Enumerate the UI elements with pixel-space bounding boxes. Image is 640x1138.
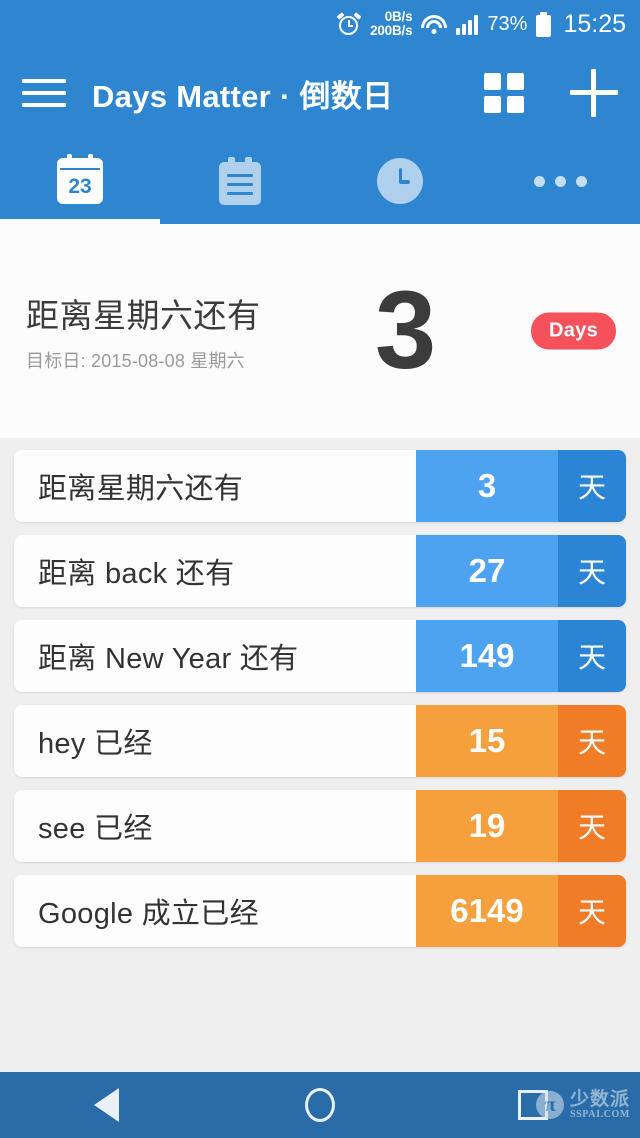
list-item-value: 15: [416, 705, 558, 777]
back-triangle-icon: [94, 1088, 120, 1122]
tab-bar: 23: [0, 138, 640, 224]
app-screen: 0B/s 200B/s 73% 15:25 Days Matter · 倒数日: [0, 0, 640, 1138]
pi-logo-icon: π: [535, 1090, 564, 1119]
list-item-unit: 天: [558, 620, 626, 692]
list-item-value: 27: [416, 535, 558, 607]
list-item[interactable]: 距离 New Year 还有 149 天: [14, 620, 626, 692]
wifi-icon: [421, 13, 448, 35]
list-item-label: Google 成立已经: [14, 875, 416, 947]
list-item-label: 距离星期六还有: [14, 450, 416, 522]
home-circle-icon: [304, 1088, 335, 1122]
cellular-signal-icon: [456, 13, 479, 35]
list-item[interactable]: see 已经 19 天: [14, 790, 626, 862]
grid-view-icon[interactable]: [484, 73, 524, 113]
app-title: Days Matter · 倒数日: [92, 78, 394, 114]
list-item-unit: 天: [558, 535, 626, 607]
watermark-cn: 少数派: [569, 1088, 630, 1110]
list-item-unit: 天: [558, 450, 626, 522]
network-download-speed: 200B/s: [370, 23, 413, 38]
tab-calendar[interactable]: 23: [0, 138, 160, 224]
network-speed: 0B/s 200B/s: [370, 9, 413, 38]
featured-event-card[interactable]: 距离星期六还有 目标日: 2015-08-08 星期六 3 Days: [0, 224, 640, 438]
nav-back-button[interactable]: [0, 1088, 213, 1122]
hamburger-menu-icon[interactable]: [22, 76, 66, 110]
app-bar: Days Matter · 倒数日: [0, 48, 640, 138]
list-item-value: 19: [416, 790, 558, 862]
featured-event-target-date: 目标日: 2015-08-08 星期六: [26, 351, 245, 371]
calendar-day-number: 23: [68, 175, 92, 198]
more-dots-icon: [533, 175, 587, 187]
list-item-unit: 天: [558, 790, 626, 862]
list-item[interactable]: hey 已经 15 天: [14, 705, 626, 777]
featured-event-text: 距离星期六还有 目标日: 2015-08-08 星期六: [26, 289, 261, 373]
status-bar: 0B/s 200B/s 73% 15:25: [0, 0, 640, 48]
featured-event-title: 距离星期六还有: [26, 297, 261, 334]
list-item-unit: 天: [558, 705, 626, 777]
list-item[interactable]: 距离星期六还有 3 天: [14, 450, 626, 522]
list-item-label: hey 已经: [14, 705, 416, 777]
list-item-unit: 天: [558, 875, 626, 947]
days-badge: Days: [530, 312, 616, 350]
tab-list[interactable]: [160, 138, 320, 224]
alarm-clock-icon: [336, 12, 362, 36]
android-navigation-bar: π 少数派 SSPAI.COM: [0, 1072, 640, 1138]
clock-icon: [377, 158, 423, 204]
event-list: 距离星期六还有 3 天 距离 back 还有 27 天 距离 New Year …: [0, 438, 640, 947]
list-item-label: 距离 New Year 还有: [14, 620, 416, 692]
list-item-value: 6149: [416, 875, 558, 947]
watermark: π 少数派 SSPAI.COM: [535, 1090, 630, 1120]
list-item[interactable]: 距离 back 还有 27 天: [14, 535, 626, 607]
list-item[interactable]: Google 成立已经 6149 天: [14, 875, 626, 947]
battery-percent-label: 73%: [487, 12, 528, 35]
list-item-label: see 已经: [14, 790, 416, 862]
calendar-icon: 23: [57, 154, 103, 204]
status-bar-clock: 15:25: [563, 9, 626, 38]
tab-clock[interactable]: [320, 138, 480, 224]
watermark-text: 少数派 SSPAI.COM: [570, 1090, 630, 1120]
network-upload-speed: 0B/s: [384, 9, 413, 25]
featured-event-count: 3: [375, 269, 436, 392]
watermark-en: SSPAI.COM: [569, 1108, 630, 1120]
list-item-label: 距离 back 还有: [14, 535, 416, 607]
plus-icon[interactable]: [570, 69, 618, 117]
battery-icon: [536, 11, 552, 37]
status-bar-icons: 0B/s 200B/s 73% 15:25: [336, 9, 626, 39]
notepad-icon: [219, 157, 261, 205]
nav-home-button[interactable]: [213, 1088, 426, 1122]
list-item-value: 3: [416, 450, 558, 522]
list-item-value: 149: [416, 620, 558, 692]
tab-more[interactable]: [480, 138, 640, 224]
